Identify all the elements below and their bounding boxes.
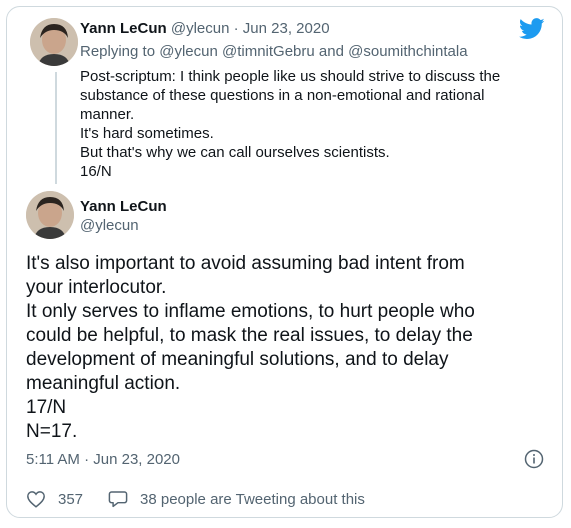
twitter-bird-icon[interactable] (519, 18, 545, 40)
avatar[interactable] (26, 191, 74, 239)
tweet-line: manner. (80, 106, 135, 123)
tweet-line: It only serves to inflame emotions, to h… (26, 301, 475, 322)
thread-line (55, 72, 57, 184)
separator: · (233, 20, 239, 37)
author-name[interactable]: Yann LeCun (80, 20, 167, 37)
tweet-line: development of meaningful solutions, and… (26, 349, 449, 370)
like-button[interactable]: 357 (26, 490, 83, 508)
avatar[interactable] (30, 18, 78, 66)
like-count: 357 (58, 490, 84, 508)
tweet-line: Post-scriptum: I think people like us sh… (80, 68, 501, 85)
mention-link[interactable]: @soumithchintala (348, 43, 467, 60)
tweet-text: It's also important to avoid assuming ba… (26, 252, 546, 444)
tweet-date[interactable]: Jun 23, 2020 (243, 20, 330, 37)
mention-link[interactable]: @timnitGebru (222, 43, 315, 60)
tweet-timestamp[interactable]: 5:11 AM · Jun 23, 2020 (26, 451, 180, 468)
tweet-line: could be helpful, to mask the real issue… (26, 325, 473, 346)
tweet-line: N=17. (26, 421, 78, 442)
author-handle[interactable]: @ylecun (80, 217, 139, 234)
and-word: and (318, 43, 344, 60)
replying-prefix: Replying to (80, 43, 156, 60)
replying-to: Replying to @ylecun @timnitGebru and @so… (80, 43, 468, 60)
author-name[interactable]: Yann LeCun (80, 198, 167, 215)
tweet-line: 16/N (80, 163, 112, 180)
mention-link[interactable]: @ylecun (159, 43, 218, 60)
tweet-line: It's also important to avoid assuming ba… (26, 253, 465, 274)
tweet-line: substance of these questions in a non-em… (80, 87, 485, 104)
conversation-text: 38 people are Tweeting about this (140, 490, 365, 508)
tweet-line: your interlocutor. (26, 277, 167, 298)
heart-icon (27, 491, 45, 508)
tweet-text: Post-scriptum: I think people like us sh… (80, 67, 540, 181)
tweet-line: meaningful action. (26, 373, 181, 394)
tweet-header: Yann LeCun @ylecun · Jun 23, 2020 (80, 20, 330, 37)
info-icon[interactable] (524, 449, 544, 469)
author-handle[interactable]: @ylecun (171, 20, 230, 37)
tweet-line: But that's why we can call ourselves sci… (80, 144, 390, 161)
tweet-line: 17/N (26, 397, 67, 418)
tweet-line: It's hard sometimes. (80, 125, 214, 142)
speech-bubble-icon (108, 491, 128, 508)
conversation-link[interactable]: 38 people are Tweeting about this (108, 490, 365, 508)
